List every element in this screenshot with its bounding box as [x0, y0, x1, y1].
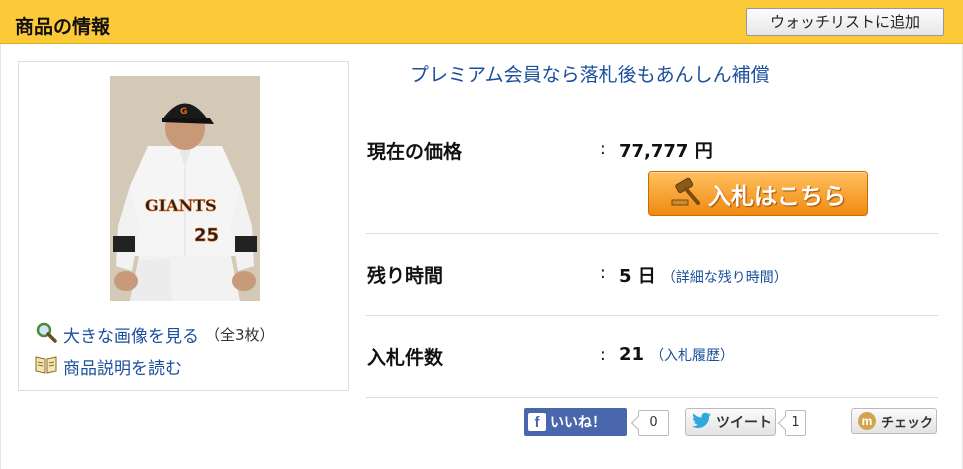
enlarge-image-row: 大きな画像を見る （全3枚）: [35, 321, 275, 348]
bid-count-value: 21 （入札履歴）: [619, 344, 735, 365]
book-icon: [35, 354, 57, 379]
enlarge-image-link[interactable]: 大きな画像を見る: [63, 322, 199, 347]
current-price-value: 77,777 円: [619, 141, 713, 162]
time-left-value: 5 日（詳細な残り時間）: [619, 266, 788, 287]
item-description-link[interactable]: 商品説明を読む: [63, 354, 182, 379]
bid-button-label: 入札はこちら: [708, 183, 846, 210]
check-label: チェック: [881, 415, 934, 431]
gavel-icon: [670, 177, 704, 211]
facebook-like-button[interactable]: f いいね！: [524, 408, 627, 436]
svg-text:GIANTS: GIANTS: [145, 196, 217, 215]
mixi-icon: m: [858, 412, 876, 430]
like-label: いいね！: [550, 415, 606, 431]
divider: [366, 233, 938, 234]
tweet-button[interactable]: ツイート: [685, 408, 776, 436]
bid-history-link[interactable]: （入札履歴）: [650, 348, 734, 364]
player-photo-image: GIANTS 25 G: [110, 76, 260, 301]
bids-colon: :: [600, 345, 606, 365]
current-price-label: 現在の価格: [367, 141, 463, 163]
twitter-bird-icon: [692, 412, 712, 432]
time-left-label: 残り時間: [367, 265, 444, 287]
svg-text:25: 25: [194, 225, 219, 246]
premium-guarantee-link[interactable]: プレミアム会員なら落札後もあんしん補償: [410, 60, 770, 87]
tweet-count: 1: [785, 410, 806, 436]
section-header: 商品の情報 ウォッチリストに追加: [0, 0, 963, 44]
magnifier-icon: [35, 321, 57, 348]
section-title: 商品の情報: [15, 16, 111, 38]
item-image-panel: GIANTS 25 G 大きな画像を見る （全3枚） 商品説明を読む: [18, 61, 349, 391]
description-row: 商品説明を読む: [35, 354, 182, 379]
divider: [366, 315, 938, 316]
divider: [366, 397, 938, 398]
mixi-check-button[interactable]: m チェック: [851, 408, 937, 434]
tweet-label: ツイート: [716, 415, 772, 431]
bid-button[interactable]: 入札はこちら: [648, 171, 868, 216]
time-colon: :: [600, 263, 606, 283]
item-photo[interactable]: GIANTS 25 G: [110, 76, 260, 301]
add-to-watchlist-button[interactable]: ウォッチリストに追加: [746, 8, 944, 36]
facebook-icon: f: [528, 413, 546, 431]
detailed-time-link[interactable]: （詳細な残り時間）: [662, 270, 788, 286]
svg-text:G: G: [180, 107, 187, 117]
price-colon: :: [600, 139, 606, 159]
like-count: 0: [638, 410, 669, 436]
bid-count-label: 入札件数: [367, 347, 444, 369]
image-count-note: （全3枚）: [205, 326, 275, 344]
